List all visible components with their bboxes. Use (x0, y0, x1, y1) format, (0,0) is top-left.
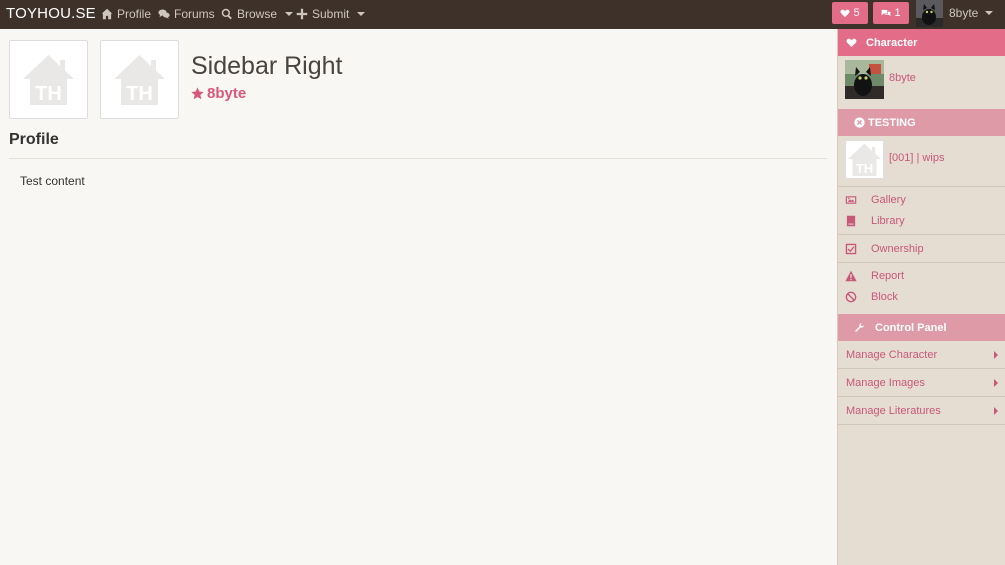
report-link[interactable]: Report (845, 270, 904, 282)
character-header: Character (838, 29, 1005, 56)
heart-icon (846, 38, 857, 47)
section-heading: Profile (9, 131, 59, 148)
favorites-button[interactable]: 5 (832, 2, 868, 24)
cat-avatar-image (916, 0, 943, 27)
search-icon (221, 8, 232, 20)
chevron-down-icon (285, 12, 294, 16)
top-navbar: TOYHOU.SE Profile Forums Browse Submit 5… (0, 0, 1005, 29)
gallery-label: Gallery (871, 194, 906, 206)
ownership-link[interactable]: Ownership (845, 243, 924, 255)
library-label: Library (871, 215, 905, 227)
user-menu[interactable]: 8byte (949, 6, 994, 20)
user-avatar[interactable] (916, 0, 943, 27)
divider (838, 262, 1005, 263)
image-icon (845, 196, 857, 204)
character-owner-link[interactable]: 8byte (889, 72, 916, 84)
check-square-icon (845, 243, 857, 255)
chevron-down-icon (357, 12, 366, 16)
character-header-label: Character (866, 36, 918, 49)
manage-character-item[interactable]: Manage Character (838, 341, 1005, 369)
warning-icon (845, 270, 857, 282)
testing-header: TESTING (838, 109, 1005, 136)
owner-name: 8byte (207, 85, 247, 102)
star-icon (191, 87, 204, 100)
manage-images-item[interactable]: Manage Images (838, 369, 1005, 397)
placeholder-house-icon: TH (847, 143, 882, 177)
username-label: 8byte (949, 6, 979, 20)
character-thumbnail[interactable]: TH (9, 40, 88, 119)
placeholder-house-icon: TH (114, 55, 165, 105)
nav-profile-label: Profile (117, 7, 152, 21)
character-owner[interactable]: 8byte (191, 85, 246, 102)
divider (9, 158, 827, 159)
manage-literatures-label: Manage Literatures (846, 404, 941, 417)
chevron-down-icon (985, 11, 994, 15)
page-title: Sidebar Right (191, 52, 343, 80)
report-label: Report (871, 270, 905, 282)
character-avatar[interactable] (845, 60, 884, 99)
nav-submit[interactable]: Submit (296, 7, 366, 21)
favorites-count: 5 (853, 7, 860, 19)
plus-icon (296, 8, 308, 20)
ban-icon (845, 291, 857, 303)
comments-icon (882, 9, 891, 17)
cat-avatar-image (845, 60, 884, 99)
manage-character-label: Manage Character (846, 348, 938, 361)
notifications-count: 1 (894, 7, 901, 19)
svg-text:TH: TH (35, 83, 62, 105)
profile-content: Test content (20, 174, 85, 188)
block-label: Block (871, 291, 898, 303)
svg-text:TH: TH (856, 161, 873, 176)
testing-thumbnail[interactable]: TH (845, 140, 884, 179)
character-thumbnail[interactable]: TH (100, 40, 179, 119)
gallery-link[interactable]: Gallery (845, 194, 906, 206)
home-icon (101, 8, 113, 20)
manage-literatures-item[interactable]: Manage Literatures (838, 397, 1005, 425)
svg-text:TH: TH (126, 83, 153, 105)
nav-browse-label: Browse (237, 7, 278, 21)
book-icon (846, 215, 856, 227)
control-panel-label: Control Panel (875, 321, 947, 334)
testing-header-label: TESTING (868, 116, 916, 129)
site-logo[interactable]: TOYHOU.SE (6, 5, 96, 22)
chevron-right-icon (994, 351, 998, 359)
chevron-right-icon (994, 379, 998, 387)
nav-browse[interactable]: Browse (221, 7, 294, 21)
nav-submit-label: Submit (312, 7, 350, 21)
testing-link[interactable]: [001] | wips (889, 152, 944, 164)
heart-icon (840, 9, 850, 18)
ownership-label: Ownership (871, 243, 924, 255)
nav-forums[interactable]: Forums (158, 7, 215, 21)
close-circle-icon (854, 117, 865, 128)
block-link[interactable]: Block (845, 291, 898, 303)
comments-icon (158, 9, 170, 19)
divider (838, 234, 1005, 235)
chevron-right-icon (994, 407, 998, 415)
divider (838, 186, 1005, 187)
library-link[interactable]: Library (845, 215, 905, 227)
manage-images-label: Manage Images (846, 376, 925, 389)
control-panel-header: Control Panel (838, 314, 1005, 341)
wrench-icon (855, 323, 864, 332)
nav-forums-label: Forums (174, 7, 215, 21)
placeholder-house-icon: TH (23, 55, 74, 105)
notifications-button[interactable]: 1 (873, 2, 909, 24)
nav-profile[interactable]: Profile (101, 7, 151, 21)
sidebar-right: Character 8byte TESTING TH [001] | wips … (837, 29, 1005, 565)
